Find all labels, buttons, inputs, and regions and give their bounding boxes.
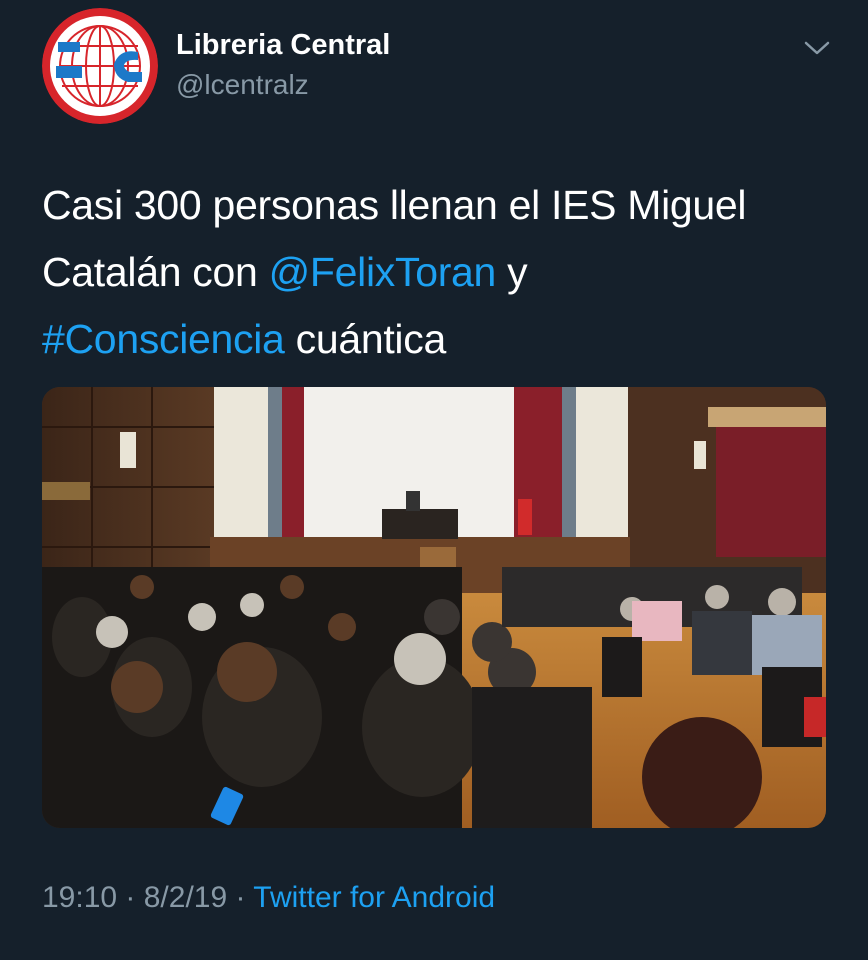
meta-separator: · — [117, 881, 144, 914]
author-info[interactable]: Libreria Central @lcentralz — [176, 28, 390, 102]
tweet-text: Casi 300 personas llenan el IES Miguel C… — [42, 172, 832, 373]
tweet-photo[interactable] — [42, 387, 826, 828]
mention-link[interactable]: @FelixToran — [269, 249, 497, 295]
tweet-date[interactable]: 8/2/19 — [144, 881, 227, 914]
tweet-source-link[interactable]: Twitter for Android — [253, 881, 495, 914]
tweet-text-part: cuántica — [284, 316, 447, 362]
tweet-meta: 19:10 · 8/2/19 · Twitter for Android — [42, 878, 495, 918]
display-name[interactable]: Libreria Central — [176, 28, 390, 62]
avatar[interactable] — [42, 8, 158, 124]
tweet-card: Libreria Central @lcentralz Casi 300 per… — [0, 0, 868, 960]
libreria-central-logo-icon — [42, 8, 158, 124]
tweet-menu-button[interactable] — [800, 34, 834, 62]
meta-separator: · — [227, 881, 254, 914]
tweet-text-part: y — [496, 249, 528, 295]
hashtag-link[interactable]: #Consciencia — [42, 316, 285, 362]
user-handle[interactable]: @lcentralz — [176, 68, 390, 102]
auditorium-audience-photo — [42, 387, 826, 828]
chevron-down-icon — [804, 41, 830, 55]
tweet-time[interactable]: 19:10 — [42, 881, 117, 914]
